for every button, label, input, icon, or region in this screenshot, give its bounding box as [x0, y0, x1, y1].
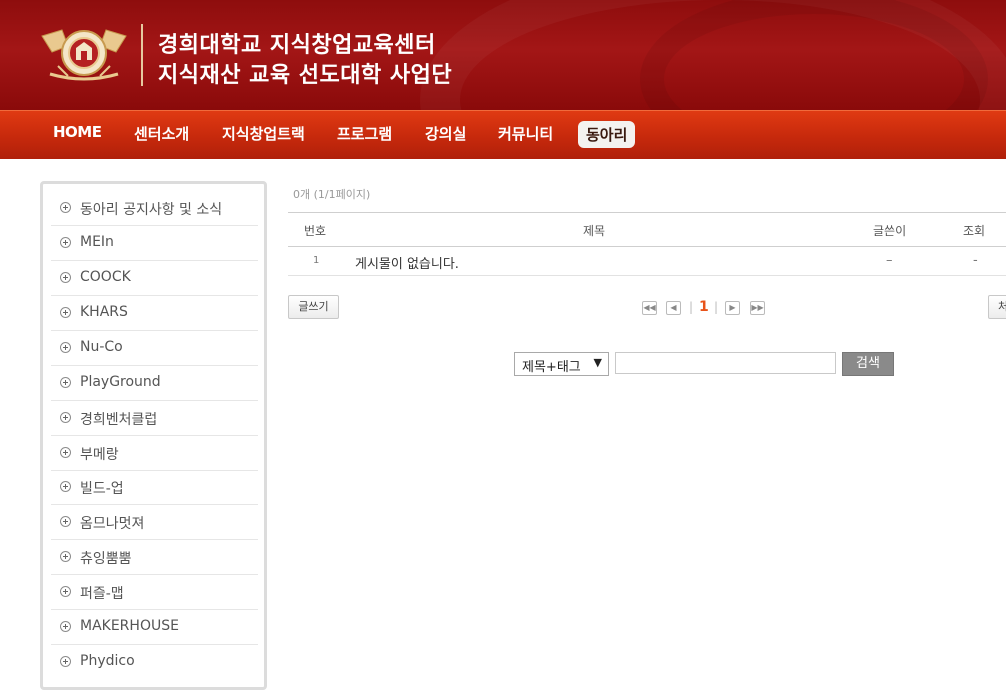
next-page-icon[interactable]: ▶ — [725, 301, 740, 315]
sidebar-item-label: 동아리 공지사항 및 소식 — [80, 202, 223, 218]
nav-item-startup-track[interactable]: 지식창업트랙 — [222, 123, 305, 144]
post-count: 0개 (1/1페이지) — [293, 188, 371, 201]
search-field-value: 제목+태그 — [522, 360, 581, 375]
row-views: - — [973, 253, 978, 268]
table-row: 1 게시물이 없습니다. – - — [288, 246, 1006, 276]
column-header-author: 글쓴이 — [873, 224, 907, 238]
plus-circle-icon — [60, 237, 71, 248]
write-button[interactable]: 글쓰기 — [288, 295, 339, 319]
plus-circle-icon — [60, 481, 71, 492]
plus-circle-icon — [60, 656, 71, 667]
plus-circle-icon — [60, 516, 71, 527]
plus-circle-icon — [60, 551, 71, 562]
plus-circle-icon — [60, 307, 71, 318]
column-header-number: 번호 — [304, 224, 327, 238]
prev-page-icon[interactable]: ◀ — [666, 301, 681, 315]
sidebar-item-playground[interactable]: PlayGround — [51, 366, 258, 401]
sidebar-item-label: 옴므나멋져 — [80, 516, 145, 532]
plus-circle-icon — [60, 447, 71, 458]
sidebar-item-label: MEIn — [80, 234, 114, 250]
plus-circle-icon — [60, 377, 71, 388]
table-header: 번호 제목 글쓴이 조회 — [288, 212, 1006, 247]
column-header-views: 조회 — [963, 224, 986, 238]
sidebar-item-nu-co[interactable]: Nu-Co — [51, 331, 258, 366]
column-header-title: 제목 — [583, 224, 606, 238]
last-page-icon[interactable]: ▶▶ — [750, 301, 765, 315]
sidebar-item-label: 빌드-업 — [80, 481, 124, 497]
sidebar-item-puzzle-map[interactable]: 퍼즐-맵 — [51, 575, 258, 610]
main-nav: HOME 센터소개 지식창업트랙 프로그램 강의실 커뮤니티 동아리 — [0, 110, 1006, 159]
sidebar-item-club-notice[interactable]: 동아리 공지사항 및 소식 — [51, 191, 258, 226]
row-number: 1 — [313, 255, 320, 266]
sidebar: 동아리 공지사항 및 소식 MEIn COOCK KHARS Nu-Co Pla… — [40, 181, 267, 690]
page-separator: | — [689, 300, 694, 314]
sidebar-item-mein[interactable]: MEIn — [51, 226, 258, 261]
dropdown-arrow-icon: ▼ — [593, 356, 602, 369]
sidebar-item-build-up[interactable]: 빌드-업 — [51, 470, 258, 505]
nav-item-program[interactable]: 프로그램 — [337, 123, 392, 144]
row-author: – — [886, 253, 893, 268]
sidebar-item-venture-club[interactable]: 경희벤처클럽 — [51, 401, 258, 436]
plus-circle-icon — [60, 202, 71, 213]
current-page[interactable]: 1 — [699, 299, 709, 315]
plus-circle-icon — [60, 342, 71, 353]
site-header: 경희대학교 지식창업교육센터 지식재산 교육 선도대학 사업단 — [0, 0, 1006, 110]
sidebar-item-phydico[interactable]: Phydico — [51, 645, 258, 679]
row-title: 게시물이 없습니다. — [355, 257, 459, 272]
search-input[interactable] — [615, 352, 836, 374]
plus-circle-icon — [60, 621, 71, 632]
plus-circle-icon — [60, 586, 71, 597]
sidebar-item-label: 경희벤처클럽 — [80, 412, 158, 428]
header-decoration — [640, 0, 988, 110]
plus-circle-icon — [60, 412, 71, 423]
sidebar-item-khars[interactable]: KHARS — [51, 296, 258, 331]
sidebar-item-boomerang[interactable]: 부메랑 — [51, 436, 258, 471]
sidebar-item-coock[interactable]: COOCK — [51, 261, 258, 296]
sidebar-item-chewing[interactable]: 츄잉뿜뿜 — [51, 540, 258, 575]
page-separator: | — [714, 300, 719, 314]
search-button[interactable]: 검색 — [842, 352, 894, 376]
nav-item-center-intro[interactable]: 센터소개 — [134, 123, 189, 144]
sidebar-item-label: MAKERHOUSE — [80, 618, 179, 634]
nav-item-community[interactable]: 커뮤니티 — [498, 123, 553, 144]
sidebar-item-label: Nu-Co — [80, 339, 123, 355]
sidebar-item-label: COOCK — [80, 269, 131, 285]
title-divider — [141, 24, 143, 86]
search-field-select[interactable]: 제목+태그 ▼ — [514, 352, 609, 376]
sidebar-item-label: KHARS — [80, 304, 128, 320]
sidebar-item-label: 퍼즐-맵 — [80, 586, 124, 602]
sidebar-item-label: 츄잉뿜뿜 — [80, 551, 132, 567]
nav-item-home[interactable]: HOME — [53, 123, 102, 141]
sidebar-item-label: 부메랑 — [80, 447, 119, 463]
plus-circle-icon — [60, 272, 71, 283]
nav-item-club[interactable]: 동아리 — [578, 121, 636, 148]
sidebar-item-makerhouse[interactable]: MAKERHOUSE — [51, 610, 258, 645]
nav-item-classroom[interactable]: 강의실 — [425, 123, 466, 144]
sidebar-item-label: Phydico — [80, 653, 135, 669]
sidebar-item-homme[interactable]: 옴므나멋져 — [51, 505, 258, 540]
sidebar-item-label: PlayGround — [80, 374, 161, 390]
site-subtitle: 지식재산 교육 선도대학 사업단 — [158, 63, 453, 88]
university-emblem-icon[interactable] — [38, 22, 130, 84]
first-page-icon[interactable]: ◀◀ — [642, 301, 657, 315]
list-button[interactable]: 처 — [988, 295, 1006, 319]
site-title: 경희대학교 지식창업교육센터 — [158, 33, 436, 58]
